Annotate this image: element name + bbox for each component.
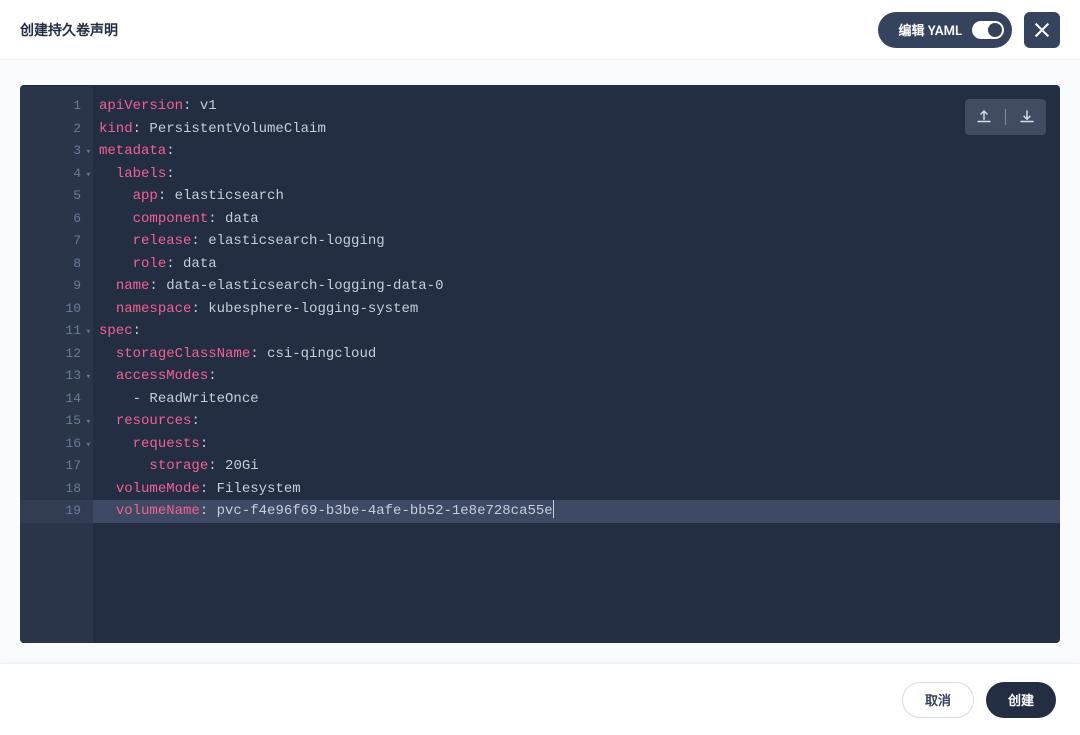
yaml-editor[interactable]: 12345678910111213141516171819 apiVersion…	[20, 85, 1060, 643]
code-line[interactable]: volumeName: pvc-f4e96f69-b3be-4afe-bb52-…	[93, 500, 1060, 523]
line-number: 19	[20, 500, 93, 523]
text-cursor	[553, 500, 554, 518]
code-line[interactable]: storageClassName: csi-qingcloud	[99, 343, 1060, 366]
modal-header: 创建持久卷声明 编辑 YAML	[0, 0, 1080, 60]
line-gutter: 12345678910111213141516171819	[20, 87, 93, 643]
page-title: 创建持久卷声明	[20, 20, 118, 40]
download-icon[interactable]	[1018, 108, 1036, 126]
modal-footer: 取消 创建	[0, 663, 1080, 735]
line-number: 6	[20, 208, 93, 231]
line-number: 1	[20, 95, 93, 118]
code-line[interactable]: release: elasticsearch-logging	[99, 230, 1060, 253]
cancel-button[interactable]: 取消	[902, 682, 974, 718]
code-line[interactable]: requests:	[99, 433, 1060, 456]
line-number: 2	[20, 118, 93, 141]
line-number: 16	[20, 433, 93, 456]
code-line[interactable]: namespace: kubesphere-logging-system	[99, 298, 1060, 321]
upload-icon[interactable]	[975, 108, 993, 126]
editor-action-bar	[965, 99, 1046, 135]
create-button[interactable]: 创建	[986, 682, 1056, 718]
code-line[interactable]: labels:	[99, 163, 1060, 186]
editor-container: 12345678910111213141516171819 apiVersion…	[0, 60, 1080, 663]
code-line[interactable]: app: elasticsearch	[99, 185, 1060, 208]
line-number: 12	[20, 343, 93, 366]
code-line[interactable]: apiVersion: v1	[99, 95, 1060, 118]
line-number: 18	[20, 478, 93, 501]
edit-yaml-label: 编辑 YAML	[898, 20, 962, 39]
code-line[interactable]: name: data-elasticsearch-logging-data-0	[99, 275, 1060, 298]
code-line[interactable]: storage: 20Gi	[99, 455, 1060, 478]
line-number: 5	[20, 185, 93, 208]
line-number: 14	[20, 388, 93, 411]
line-number: 4	[20, 163, 93, 186]
edit-yaml-toggle[interactable]: 编辑 YAML	[878, 12, 1012, 48]
line-number: 7	[20, 230, 93, 253]
line-number: 3	[20, 140, 93, 163]
header-actions: 编辑 YAML	[878, 12, 1060, 48]
code-line[interactable]: - ReadWriteOnce	[99, 388, 1060, 411]
line-number: 11	[20, 320, 93, 343]
code-line[interactable]: component: data	[99, 208, 1060, 231]
line-number: 15	[20, 410, 93, 433]
toggle-switch-icon	[972, 21, 1004, 39]
line-number: 17	[20, 455, 93, 478]
code-line[interactable]: volumeMode: Filesystem	[99, 478, 1060, 501]
code-area[interactable]: apiVersion: v1kind: PersistentVolumeClai…	[93, 87, 1060, 643]
line-number: 8	[20, 253, 93, 276]
code-line[interactable]: accessModes:	[99, 365, 1060, 388]
line-number: 9	[20, 275, 93, 298]
close-button[interactable]	[1024, 12, 1060, 48]
code-line[interactable]: metadata:	[99, 140, 1060, 163]
close-icon	[1034, 22, 1050, 38]
line-number: 13	[20, 365, 93, 388]
code-line[interactable]: role: data	[99, 253, 1060, 276]
code-line[interactable]: spec:	[99, 320, 1060, 343]
line-number: 10	[20, 298, 93, 321]
code-line[interactable]: resources:	[99, 410, 1060, 433]
code-line[interactable]: kind: PersistentVolumeClaim	[99, 118, 1060, 141]
separator-icon	[1005, 109, 1006, 125]
